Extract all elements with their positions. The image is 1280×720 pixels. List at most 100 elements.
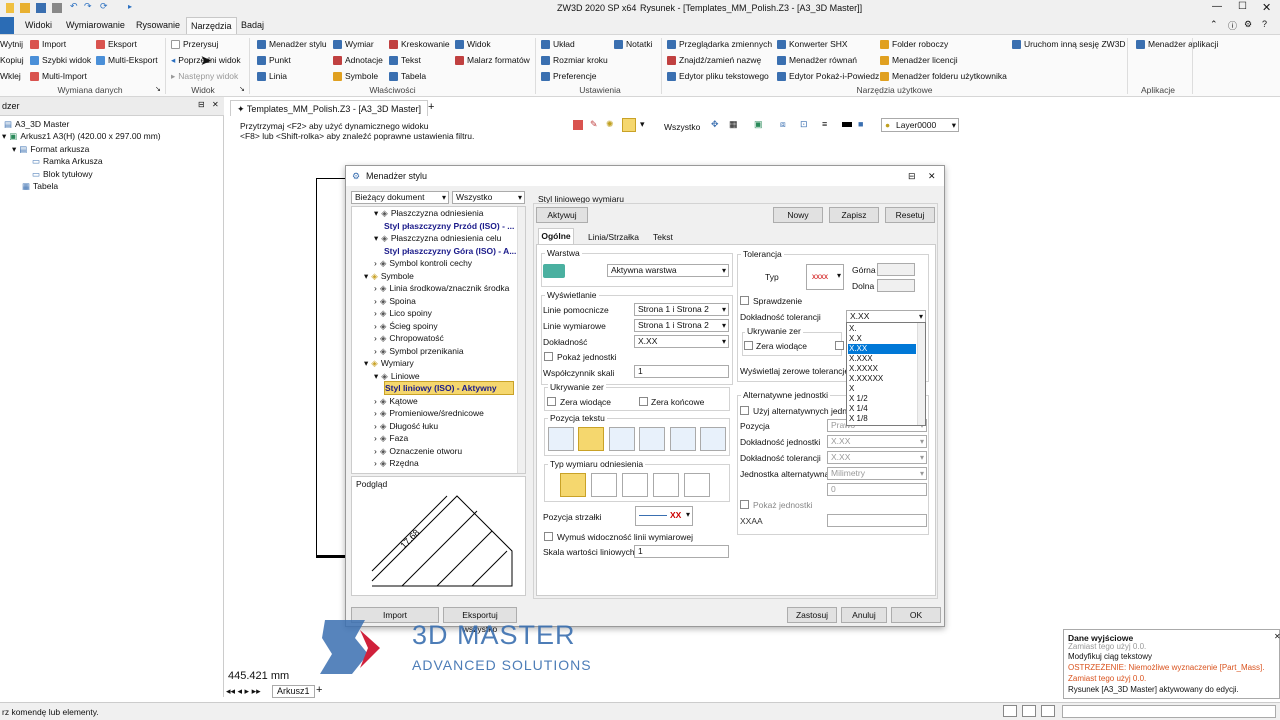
style-tree[interactable]: ▾ ◈ Płaszczyzna odniesienia Styl płaszczyzn…: [351, 206, 526, 474]
new-file-icon[interactable]: [6, 3, 14, 13]
copy-button[interactable]: Kopiuj: [0, 53, 24, 67]
tab-rysowanie[interactable]: Rysowanie: [134, 17, 182, 34]
multi-import-button[interactable]: Multi-Import: [30, 69, 87, 83]
cut-button[interactable]: Wytnij: [0, 37, 23, 51]
dialog-close-icon[interactable]: ✕: [928, 166, 936, 186]
style-tree-item[interactable]: ▾ ◈ Płaszczyzna odniesienia celu: [374, 232, 501, 244]
group-expand-icon[interactable]: ↘: [155, 85, 161, 93]
text-pos-5-icon[interactable]: [670, 427, 696, 451]
style-tree-item[interactable]: › ◈ Chropowatość: [374, 332, 444, 344]
tree-item-titleblock[interactable]: ▭ Blok tytułowy: [32, 168, 93, 180]
command-input[interactable]: [1062, 705, 1276, 718]
display-icon[interactable]: ▣: [754, 119, 763, 130]
tree-scrollbar[interactable]: [517, 207, 525, 473]
style-tree-item[interactable]: › ◈ Symbol kontroli cechy: [374, 257, 472, 269]
filter-value[interactable]: Wszystko: [664, 122, 700, 132]
style-tree-item[interactable]: › ◈ Ścieg spoiny: [374, 320, 438, 332]
dropdown-option[interactable]: X.XXXX: [849, 364, 878, 374]
expand-icon[interactable]: ›: [374, 320, 377, 332]
line-button[interactable]: Linia: [257, 69, 287, 83]
redraw-button[interactable]: Przerysuj: [171, 37, 218, 51]
redo-icon[interactable]: ↷: [84, 1, 92, 12]
tab-ogolne[interactable]: Ogólne: [538, 228, 574, 244]
style-tree-item[interactable]: ▾ ◈ Liniowe: [374, 370, 420, 382]
minimize-button[interactable]: —: [1212, 1, 1222, 12]
expand-icon[interactable]: ›: [364, 470, 367, 474]
text-pos-6-icon[interactable]: [700, 427, 726, 451]
style-tree-item[interactable]: › ◈ Faza: [374, 432, 408, 444]
tree-item-sheet[interactable]: ▾ ▣ Arkusz1 A3(H) (420.00 x 297.00 mm): [2, 130, 161, 142]
point-button[interactable]: Punkt: [257, 53, 291, 67]
license-manager-button[interactable]: Menadżer licencji: [880, 53, 958, 67]
expand-icon[interactable]: ›: [374, 295, 377, 307]
style-tree-item[interactable]: › ◈ Rzędna: [374, 457, 419, 469]
expand-icon[interactable]: ›: [374, 457, 377, 469]
baseline-type-1-icon[interactable]: [560, 473, 586, 497]
view-button[interactable]: Widok: [455, 37, 491, 51]
maximize-button[interactable]: ☐: [1238, 1, 1247, 12]
upper-input[interactable]: [877, 263, 915, 276]
panel-close-icon[interactable]: ✕: [212, 100, 219, 109]
layer-combo[interactable]: Aktywna warstwa: [607, 264, 729, 277]
pointer-icon[interactable]: ▸: [128, 2, 132, 11]
style-tree-item[interactable]: ▾ ◈ Wymiary: [364, 357, 414, 369]
line-style-icon[interactable]: ≡: [822, 119, 827, 129]
collapse-icon[interactable]: ▾: [374, 232, 378, 244]
style-tree-item[interactable]: › ◈ Symbol przenikania: [374, 345, 464, 357]
tree-item-table[interactable]: ▦ Tabela: [22, 180, 58, 192]
text-pos-3-icon[interactable]: [609, 427, 635, 451]
sheet-nav-icons[interactable]: ◂◂ ◂ ▸ ▸▸: [226, 686, 261, 697]
alt-tol-precision-combo[interactable]: X.XX: [827, 451, 927, 464]
tab-linia-strzalka[interactable]: Linia/Strzałka: [588, 232, 639, 243]
tab-badaj[interactable]: Badaj: [239, 17, 266, 34]
expand-icon[interactable]: ›: [374, 445, 377, 457]
next-view-button[interactable]: ▸ Następny widok: [171, 69, 238, 83]
text-button[interactable]: Tekst: [389, 53, 421, 67]
leading-zeros-checkbox[interactable]: [547, 397, 556, 406]
expand-icon[interactable]: ›: [374, 395, 377, 407]
save-style-button[interactable]: Zapisz: [829, 207, 879, 223]
style-tree-item[interactable]: › ◈ Oznaczenie otworu: [374, 445, 462, 457]
baseline-type-2-icon[interactable]: [591, 473, 617, 497]
show-and-tell-editor-button[interactable]: Edytor Pokaż-i-Powiedz: [777, 69, 879, 83]
show-units-checkbox[interactable]: [544, 352, 553, 361]
collapse-icon[interactable]: ▾: [374, 207, 378, 219]
exit-icon[interactable]: [573, 120, 583, 130]
arrow-position-combo[interactable]: XX ▾: [635, 506, 693, 526]
table-button[interactable]: Tabela: [389, 69, 426, 83]
status-icon-3[interactable]: [1041, 705, 1055, 717]
dropdown-option[interactable]: X.XXXXX: [849, 374, 883, 384]
output-close-icon[interactable]: ✕: [1274, 632, 1280, 641]
dialog-restore-icon[interactable]: ⊟: [908, 166, 916, 186]
style-tree-item[interactable]: › ◈ Lico spoiny: [374, 307, 432, 319]
tolerance-precision-dropdown[interactable]: X. X.X X.XX X.XXX X.XXXX X.XXXXX X X 1/2…: [846, 322, 926, 426]
tree-item-root[interactable]: ▤ A3_3D Master: [4, 118, 69, 130]
collapse-icon[interactable]: ▾: [364, 270, 368, 282]
style-tree-item[interactable]: › ◈ Linia środkowa/znacznik środka: [374, 282, 509, 294]
collapse-icon[interactable]: ▾: [364, 357, 368, 369]
preferences-button[interactable]: Preferencje: [541, 69, 596, 83]
style-tree-item[interactable]: › ◈ Spoina: [374, 295, 416, 307]
status-icon-2[interactable]: [1022, 705, 1036, 717]
unit-precision-combo[interactable]: X.XX: [827, 435, 927, 448]
tol-leading-zeros-checkbox[interactable]: [744, 341, 753, 350]
alt-unit-combo[interactable]: Milimetry: [827, 467, 927, 480]
light-icon[interactable]: ✺: [606, 119, 614, 130]
filter-combo[interactable]: Wszystko: [452, 191, 525, 204]
color-icon[interactable]: ■: [858, 119, 863, 129]
step-size-button[interactable]: Rozmiar kroku: [541, 53, 608, 67]
undo-icon[interactable]: ↶: [70, 1, 78, 12]
tol-trailing-zeros-checkbox[interactable]: [835, 341, 844, 350]
dropdown-option[interactable]: X.XXX: [849, 354, 873, 364]
expand-icon[interactable]: ›: [374, 432, 377, 444]
expand-icon[interactable]: ›: [374, 307, 377, 319]
trailing-zeros-checkbox[interactable]: [639, 397, 648, 406]
line-weight-icon[interactable]: [842, 122, 852, 127]
apply-button[interactable]: Zastosuj: [787, 607, 837, 623]
expand-icon[interactable]: ›: [374, 407, 377, 419]
close-button[interactable]: ✕: [1262, 1, 1271, 14]
dropdown-option[interactable]: X 1/8: [849, 414, 868, 424]
collapse-icon[interactable]: ▾: [374, 370, 378, 382]
help-icon[interactable]: ⓘ: [1228, 19, 1237, 32]
alt-show-units-checkbox[interactable]: [740, 500, 749, 509]
